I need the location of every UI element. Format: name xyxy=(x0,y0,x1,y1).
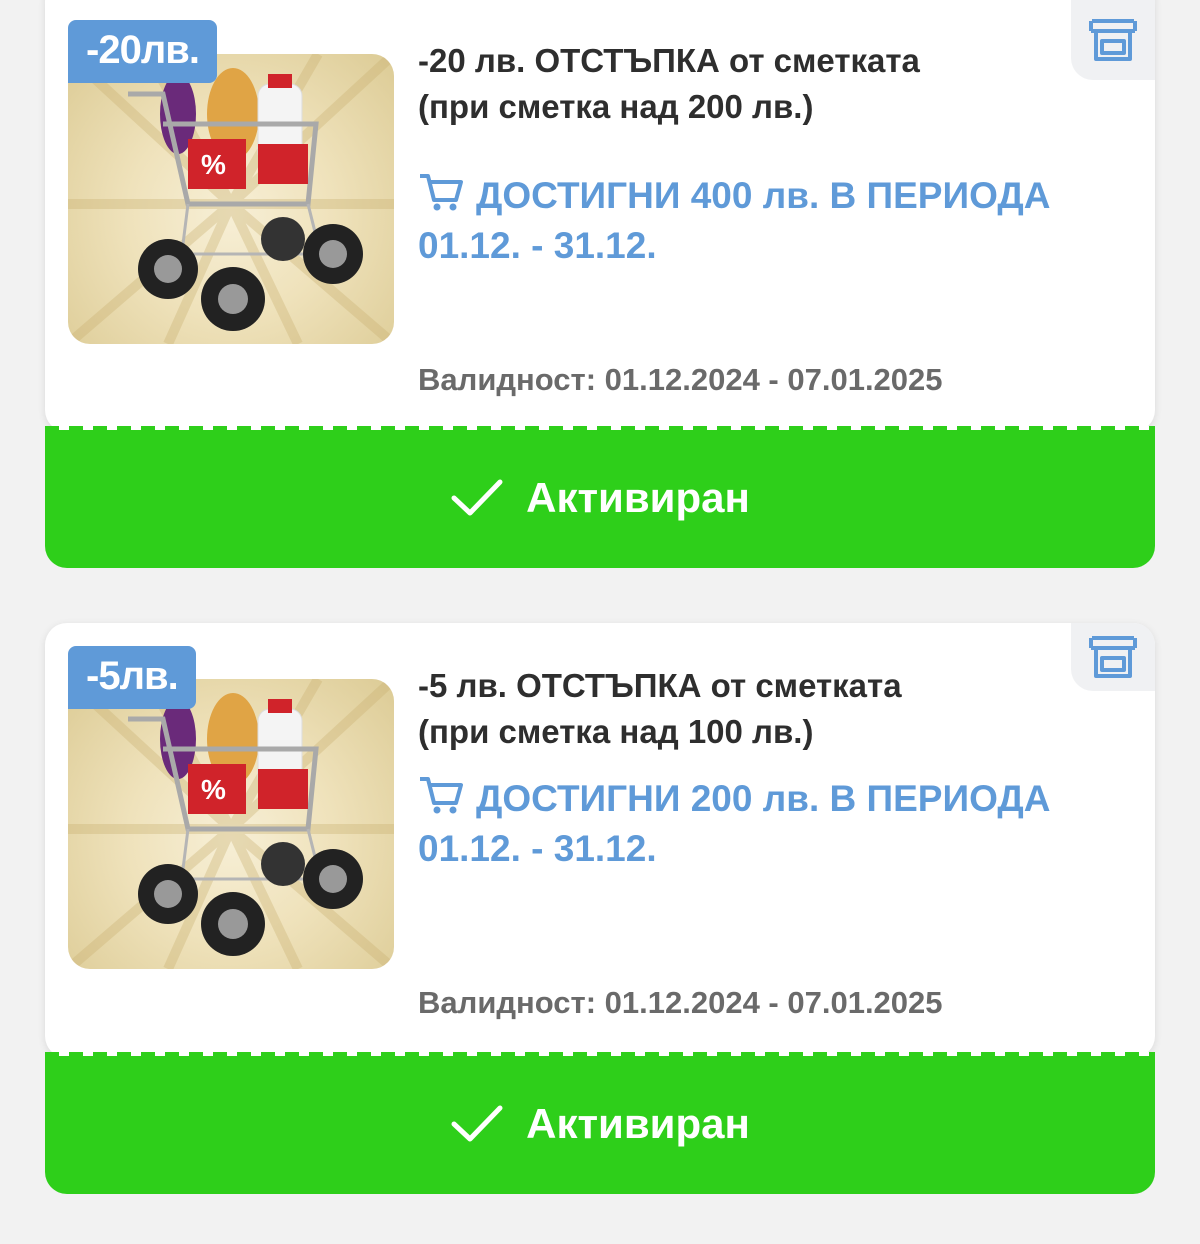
store-icon xyxy=(1089,636,1137,678)
discount-badge: -5лв. xyxy=(68,646,196,709)
shopping-cart-icon: % xyxy=(68,54,394,344)
svg-text:%: % xyxy=(201,774,226,805)
coupon-title-line-2: (при сметка над 200 лв.) xyxy=(418,88,814,125)
cart-icon xyxy=(418,172,464,223)
checkmark-icon xyxy=(451,1105,503,1142)
store-availability-tab[interactable] xyxy=(1071,0,1155,80)
coupon-image: % xyxy=(68,54,394,344)
checkmark-icon xyxy=(451,479,503,516)
promo-line-1: ДОСТИГНИ 400 лв. В ПЕРИОДА xyxy=(476,175,1051,216)
coupon-card: % -20лв. -20 лв. ОТСТЪПКА от сметката (п… xyxy=(45,0,1155,568)
activated-label: Активиран xyxy=(526,1100,750,1147)
coupon-title-line-2: (при сметка над 100 лв.) xyxy=(418,713,814,750)
coupon-title: -20 лв. ОТСТЪПКА от сметката (при сметка… xyxy=(418,38,1038,130)
store-icon xyxy=(1089,19,1137,61)
promo-line-2: 01.12. - 31.12. xyxy=(418,225,657,266)
coupon-image: % xyxy=(68,679,394,969)
coupon-title: -5 лв. ОТСТЪПКА от сметката (при сметка … xyxy=(418,663,1038,755)
coupon-body[interactable]: % -5лв. -5 лв. ОТСТЪПКА от сметката (при… xyxy=(45,623,1155,1058)
coupon-title-line-1: -20 лв. ОТСТЪПКА от сметката xyxy=(418,42,920,79)
activated-button[interactable]: Активиран xyxy=(45,426,1155,568)
activated-button[interactable]: Активиран xyxy=(45,1052,1155,1194)
promo-line-1: ДОСТИГНИ 200 лв. В ПЕРИОДА xyxy=(476,778,1051,819)
promo-condition: ДОСТИГНИ 200 лв. В ПЕРИОДА 01.12. - 31.1… xyxy=(418,775,1108,872)
coupon-body[interactable]: % -20лв. -20 лв. ОТСТЪПКА от сметката (п… xyxy=(45,0,1155,432)
shopping-cart-icon: % xyxy=(68,679,394,969)
svg-text:%: % xyxy=(201,149,226,180)
validity-period: Валидност: 01.12.2024 - 07.01.2025 xyxy=(418,362,943,397)
store-availability-tab[interactable] xyxy=(1071,623,1155,691)
validity-period: Валидност: 01.12.2024 - 07.01.2025 xyxy=(418,985,943,1020)
activated-label: Активиран xyxy=(526,474,750,521)
cart-icon xyxy=(418,775,464,826)
discount-badge: -20лв. xyxy=(68,20,217,83)
promo-condition: ДОСТИГНИ 400 лв. В ПЕРИОДА 01.12. - 31.1… xyxy=(418,172,1108,269)
coupon-title-line-1: -5 лв. ОТСТЪПКА от сметката xyxy=(418,667,902,704)
coupon-card: % -5лв. -5 лв. ОТСТЪПКА от сметката (при… xyxy=(45,623,1155,1194)
promo-line-2: 01.12. - 31.12. xyxy=(418,828,657,869)
